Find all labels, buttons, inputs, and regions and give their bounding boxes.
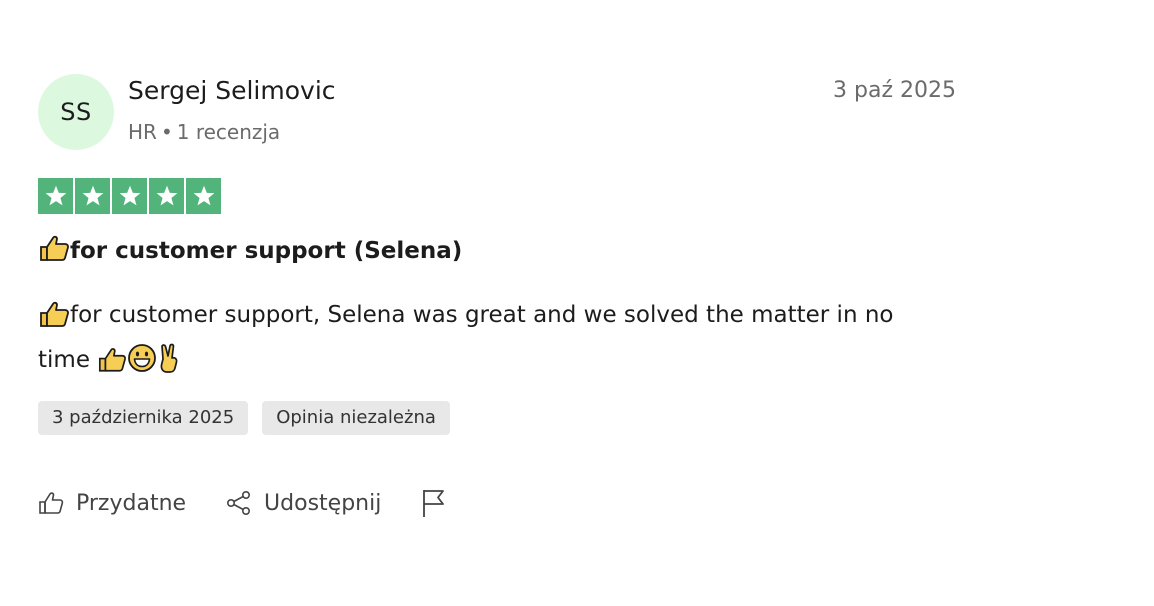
avatar[interactable]: SS [38,74,114,150]
star-2 [75,178,110,214]
share-button[interactable]: Udostępnij [226,490,381,516]
review-title-text: for customer support (Selena) [70,238,463,264]
review-actions: Przydatne Udostępnij [38,488,487,518]
star-icon [82,185,103,206]
review-header: SS Sergej Selimovic HR • 1 recenzja 3 paź … [38,74,956,152]
star-1 [38,178,73,214]
meta-separator: • [160,120,173,144]
flag-icon [421,488,447,518]
star-3 [112,178,147,214]
experience-date-tag: 3 października 2025 [38,401,249,435]
review-card: SS Sergej Selimovic HR • 1 recenzja 3 paź … [38,74,956,517]
reviewer-meta: HR • 1 recenzja [128,120,280,144]
victory-hand-icon [157,343,181,386]
star-icon [193,185,214,206]
star-icon [119,185,140,206]
grinning-face-icon [127,343,157,386]
reviewer-country: HR [128,120,157,144]
helpful-button[interactable]: Przydatne [38,491,186,516]
thumbs-up-outline-icon [38,491,64,515]
review-date: 3 paź 2025 [833,78,956,103]
report-button[interactable] [421,488,447,518]
share-label: Udostępnij [264,490,382,516]
star-icon [156,185,177,206]
reviewer-name[interactable]: Sergej Selimovic [128,76,336,105]
review-body: for customer support, Selena was great a… [38,296,948,386]
share-icon [226,490,252,516]
thumbs-up-icon [97,346,127,386]
review-tags: 3 października 2025 Opinia niezależna [38,401,450,435]
helpful-label: Przydatne [76,490,187,516]
review-count: 1 recenzja [176,120,281,144]
star-rating [38,178,221,214]
star-4 [149,178,184,214]
thumbs-up-icon [38,300,70,341]
star-5 [186,178,221,214]
review-title[interactable]: for customer support (Selena) [38,234,462,268]
thumbs-up-icon [38,234,70,268]
independent-review-tag[interactable]: Opinia niezależna [262,401,450,435]
star-icon [45,185,66,206]
avatar-initials: SS [60,98,92,126]
